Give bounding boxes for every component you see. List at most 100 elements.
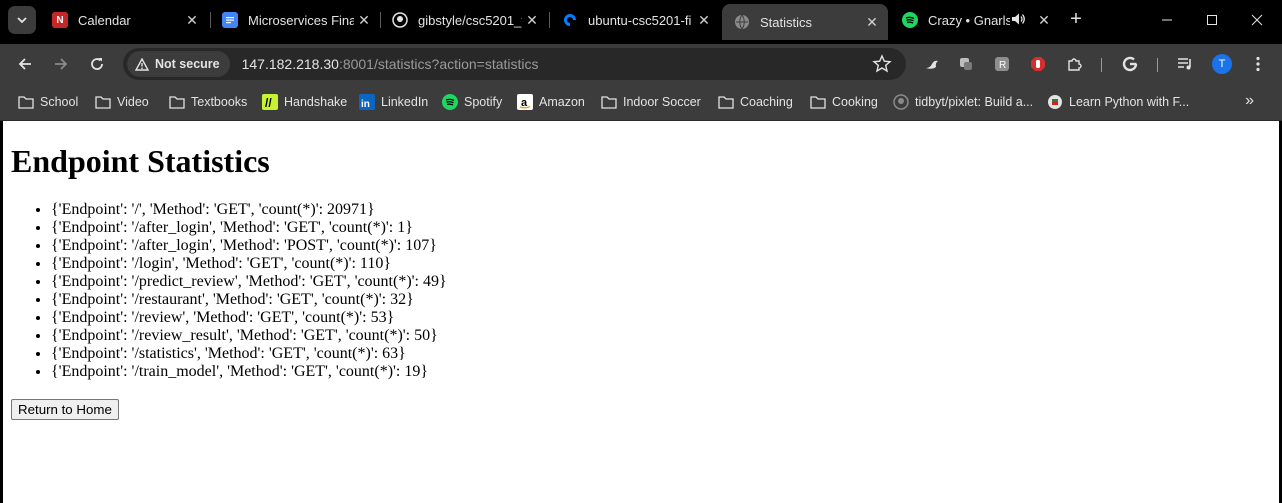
warning-icon [135, 57, 149, 71]
site-info-button[interactable]: Not secure [127, 51, 230, 77]
bookmark-cooking[interactable]: Cooking [810, 92, 878, 112]
bookmark-learn-python[interactable]: Learn Python with F... [1047, 92, 1189, 112]
tab-microservices-final[interactable]: Microservices Final ✕ [210, 6, 380, 34]
close-icon[interactable]: ✕ [694, 12, 714, 29]
bookmark-handshake[interactable]: // Handshake [262, 92, 347, 112]
bookmark-label: Coaching [740, 95, 793, 109]
avatar: T [1212, 54, 1232, 74]
tab-spotify[interactable]: Crazy • Gnarls ✕ [890, 6, 1060, 34]
bookmark-label: Handshake [284, 95, 348, 109]
list-item: {'Endpoint': '/review', 'Method': 'GET',… [51, 309, 1279, 327]
browser-menu-button[interactable] [1248, 54, 1268, 74]
chevron-down-icon [17, 17, 27, 24]
page-title: Endpoint Statistics [11, 143, 270, 179]
bookmark-video[interactable]: Video [95, 92, 149, 112]
spotify-favicon-icon [902, 12, 918, 28]
tab-calendar[interactable]: N Calendar ✕ [40, 6, 208, 34]
speaker-icon[interactable] [1010, 11, 1026, 30]
address-bar[interactable]: Not secure 147.182.218.30:8001/statistic… [123, 48, 906, 80]
window-close-button[interactable] [1245, 8, 1269, 32]
calendar-favicon-icon: N [52, 12, 68, 28]
extension-2-button[interactable] [956, 54, 976, 74]
folder-icon [601, 94, 617, 110]
list-item: {'Endpoint': '/restaurant', 'Method': 'G… [51, 291, 1279, 309]
tab-title: Microservices Final [248, 12, 354, 28]
list-item: {'Endpoint': '/train_model', 'Method': '… [51, 363, 1279, 381]
extensions-button[interactable] [1064, 54, 1084, 74]
avatar-initial: T [1218, 58, 1226, 70]
tab-digitalocean[interactable]: ubuntu-csc5201-fi ✕ [550, 6, 720, 34]
bookmark-tidbyt-pixlet[interactable]: tidbyt/pixlet: Build a... [893, 92, 1033, 112]
close-icon [1251, 14, 1263, 26]
browser-toolbar: Not secure 147.182.218.30:8001/statistic… [0, 44, 1282, 84]
list-item: {'Endpoint': '/review_result', 'Method':… [51, 327, 1279, 345]
maximize-icon [1207, 15, 1217, 25]
tab-statistics[interactable]: Statistics ✕ [722, 4, 888, 40]
close-icon[interactable]: ✕ [182, 12, 202, 29]
list-item: {'Endpoint': '/', 'Method': 'GET', 'coun… [51, 201, 1279, 219]
extension-1-button[interactable] [922, 54, 942, 74]
bookmark-textbooks[interactable]: Textbooks [169, 92, 247, 112]
kebab-menu-icon [1256, 56, 1260, 72]
arrow-right-icon [55, 58, 68, 70]
return-home-button[interactable]: Return to Home [11, 399, 119, 420]
bookmark-school[interactable]: School [18, 92, 78, 112]
list-item: {'Endpoint': '/after_login', 'Method': '… [51, 219, 1279, 237]
folder-icon [18, 94, 34, 110]
bookmarks-bar: School Video Textbooks // Handshake in L… [0, 84, 1282, 121]
close-icon[interactable]: ✕ [1034, 12, 1054, 29]
tab-github-repo[interactable]: gibstyle/csc5201_fi ✕ [380, 6, 548, 34]
tab-title: Crazy • Gnarls [928, 12, 1010, 28]
tab-title: ubuntu-csc5201-fi [588, 12, 692, 28]
extension-4-button[interactable] [1028, 54, 1048, 74]
close-icon[interactable]: ✕ [354, 12, 374, 29]
url-text[interactable]: 147.182.218.30:8001/statistics?action=st… [242, 56, 539, 72]
spotify-icon [442, 94, 458, 110]
folder-icon [169, 94, 185, 110]
media-controls-button[interactable] [1176, 54, 1196, 74]
bookmark-label: Spotify [464, 95, 503, 109]
extension-3-button[interactable]: R [992, 54, 1012, 74]
statistics-list: {'Endpoint': '/', 'Method': 'GET', 'coun… [11, 201, 1279, 381]
toolbar-divider [1157, 58, 1158, 72]
toolbar-divider [1101, 58, 1102, 72]
back-button[interactable] [13, 52, 37, 76]
close-icon[interactable]: ✕ [862, 14, 882, 31]
bookmark-coaching[interactable]: Coaching [718, 92, 793, 112]
forward-button[interactable] [49, 52, 73, 76]
tab-search-button[interactable] [8, 6, 36, 34]
url-path: :8001/statistics?action=statistics [338, 56, 539, 72]
reload-button[interactable] [85, 52, 109, 76]
stop-hand-icon [1031, 57, 1045, 71]
new-tab-button[interactable]: + [1066, 9, 1086, 30]
tab-strip: N Calendar ✕ Microservices Final ✕ gibst… [0, 0, 1282, 40]
bookmark-star-button[interactable] [872, 54, 892, 74]
bookmark-label: Amazon [539, 95, 585, 109]
maximize-button[interactable] [1200, 8, 1224, 32]
bookmark-label: Cooking [832, 95, 878, 109]
github-favicon-icon [392, 12, 408, 28]
bookmark-indoor-soccer[interactable]: Indoor Soccer [601, 92, 701, 112]
python-icon [1047, 94, 1063, 110]
handshake-icon: // [262, 94, 278, 110]
bookmark-spotify[interactable]: Spotify [442, 92, 502, 112]
globe-favicon-icon [734, 14, 750, 30]
reload-icon [91, 58, 103, 70]
amazon-icon: a [517, 94, 533, 110]
list-item: {'Endpoint': '/after_login', 'Method': '… [51, 237, 1279, 255]
minimize-icon [1162, 19, 1172, 21]
svg-text:in: in [361, 99, 370, 110]
minimize-button[interactable] [1155, 8, 1179, 32]
close-icon[interactable]: ✕ [522, 12, 542, 29]
bird-icon [926, 60, 938, 69]
folder-icon [718, 94, 734, 110]
list-item: {'Endpoint': '/login', 'Method': 'GET', … [51, 255, 1279, 273]
bookmark-amazon[interactable]: a Amazon [517, 92, 585, 112]
more-bookmarks-button[interactable]: » [1245, 92, 1254, 110]
playlist-icon [1178, 58, 1191, 70]
copy-icon [960, 58, 972, 70]
google-button[interactable] [1120, 54, 1140, 74]
profile-avatar-button[interactable]: T [1212, 54, 1232, 74]
not-secure-label: Not secure [155, 57, 220, 71]
bookmark-linkedin[interactable]: in LinkedIn [359, 92, 428, 112]
